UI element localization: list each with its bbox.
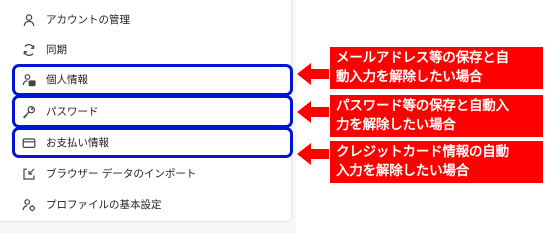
- menu-item-label: 同期: [46, 44, 67, 56]
- profile-settings-icon: [22, 198, 36, 212]
- callout-personal-info: メールアドレス等の保存と自 動入力を解除したい場合: [330, 47, 543, 89]
- arrow-left-icon: [297, 143, 329, 165]
- arrow-left-icon: [297, 63, 329, 85]
- callout-payment-info: クレジットカード情報の自動 入力を解除したい場合: [330, 141, 543, 183]
- menu-item-label: プロファイルの基本設定: [46, 199, 162, 211]
- highlight-payment-info: [12, 127, 293, 158]
- person-icon: [22, 13, 36, 27]
- highlight-personal-info: [12, 64, 293, 96]
- menu-item-label: アカウントの管理: [46, 14, 130, 26]
- menu-item-label: ブラウザー データのインポート: [46, 168, 197, 180]
- callout-passwords: パスワード等の保存と自動入 力を解除したい場合: [330, 95, 543, 137]
- highlight-passwords: [12, 95, 293, 128]
- sync-icon: [22, 43, 36, 57]
- menu-item-import-browser-data[interactable]: ブラウザー データのインポート: [0, 158, 292, 189]
- menu-item-account-management[interactable]: アカウントの管理: [0, 4, 292, 35]
- menu-item-profile-preferences[interactable]: プロファイルの基本設定: [0, 189, 292, 220]
- menu-item-sync[interactable]: 同期: [0, 34, 292, 65]
- import-icon: [22, 167, 36, 181]
- arrow-left-icon: [297, 101, 329, 123]
